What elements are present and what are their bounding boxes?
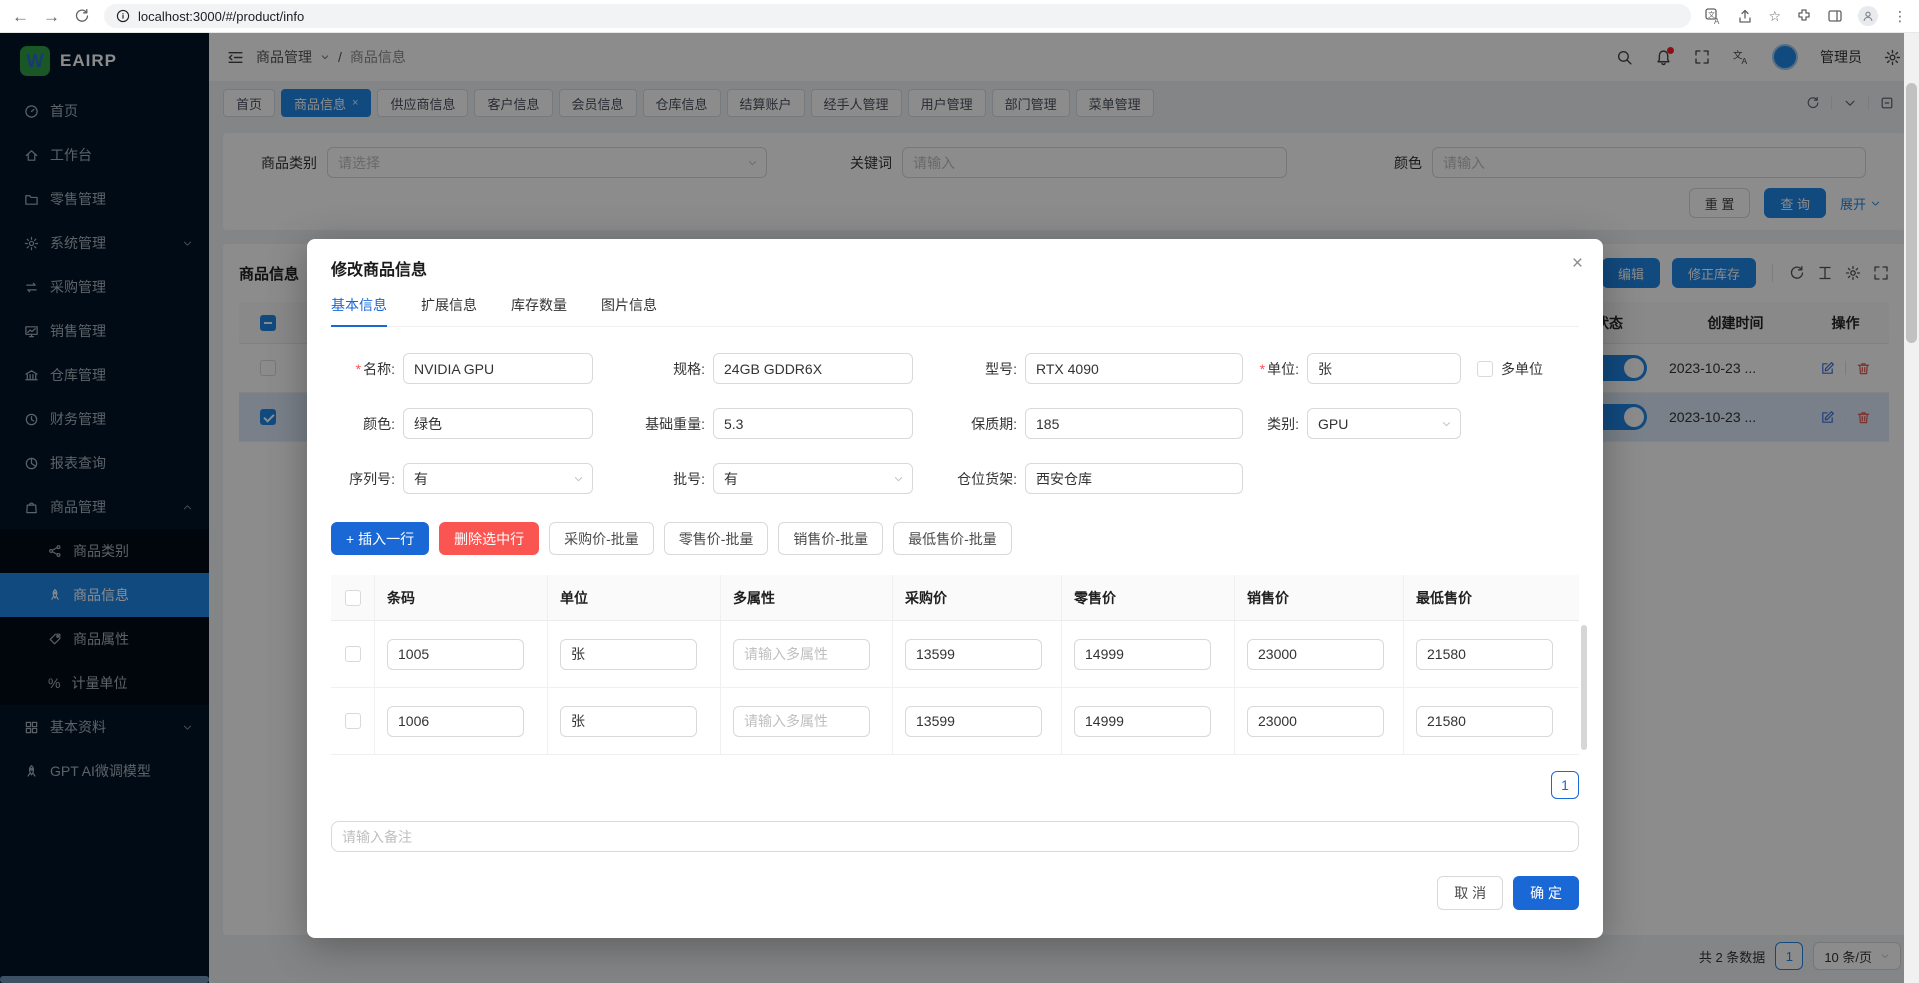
spec-label: 规格:	[593, 359, 713, 379]
name-label: *名称:	[331, 359, 403, 379]
retail-price-input[interactable]	[1074, 706, 1211, 737]
sale-price-input[interactable]	[1247, 639, 1384, 670]
browser-profile-avatar[interactable]	[1858, 6, 1878, 26]
serial-select[interactable]	[403, 463, 593, 494]
unit-label: *单位:	[1243, 359, 1307, 379]
svg-text:A: A	[1714, 17, 1720, 25]
min-price-input[interactable]	[1416, 639, 1553, 670]
color-label: 颜色:	[331, 414, 403, 434]
batch-label: 批号:	[593, 469, 713, 489]
base-weight-label: 基础重量:	[593, 414, 713, 434]
barcode-input[interactable]	[387, 639, 524, 670]
unit-cell-input[interactable]	[560, 706, 697, 737]
delete-selected-button[interactable]: 删除选中行	[439, 522, 539, 555]
barcode-table-header: 条码 单位 多属性 采购价 零售价 销售价 最低售价	[331, 575, 1579, 621]
batch-select[interactable]	[713, 463, 913, 494]
retail-price-input[interactable]	[1074, 639, 1211, 670]
name-input[interactable]	[403, 353, 593, 384]
side-panel-icon[interactable]	[1827, 8, 1843, 24]
modal-tabs: 基本信息 扩展信息 库存数量 图片信息	[331, 295, 1579, 327]
bookmark-star-icon[interactable]: ☆	[1768, 8, 1781, 25]
browser-back-button[interactable]: ←	[12, 8, 29, 25]
browser-toolbar: ← → localhost:3000/#/product/info 文A ☆ ⋮	[0, 0, 1919, 33]
site-info-icon[interactable]	[116, 9, 130, 23]
spec-input[interactable]	[713, 353, 913, 384]
purchase-price-input[interactable]	[905, 639, 1042, 670]
barcode-row	[331, 621, 1579, 688]
row-checkbox[interactable]	[345, 713, 361, 729]
browser-refresh-button[interactable]	[74, 8, 90, 24]
rack-input[interactable]	[1025, 463, 1243, 494]
chevron-down-icon	[893, 473, 904, 484]
chevron-down-icon	[1441, 418, 1452, 429]
category-label: 类别:	[1243, 414, 1307, 434]
row-checkbox[interactable]	[345, 646, 361, 662]
rack-label: 仓位货架:	[913, 469, 1025, 489]
serial-label: 序列号:	[331, 469, 403, 489]
table-scrollbar-thumb[interactable]	[1581, 625, 1587, 750]
extensions-icon[interactable]	[1796, 8, 1812, 24]
multi-unit-checkbox[interactable]	[1477, 361, 1493, 377]
chevron-down-icon	[573, 473, 584, 484]
edit-product-modal: × 修改商品信息 基本信息 扩展信息 库存数量 图片信息 *名称: 规格: 型号…	[307, 239, 1603, 938]
modal-page-number[interactable]: 1	[1551, 771, 1579, 799]
barcode-row	[331, 688, 1579, 755]
modal-title: 修改商品信息	[331, 239, 1579, 280]
min-price-input[interactable]	[1416, 706, 1553, 737]
select-all-checkbox[interactable]	[345, 590, 361, 606]
base-weight-input[interactable]	[713, 408, 913, 439]
multi-attr-input[interactable]	[733, 706, 870, 737]
multi-unit-label: 多单位	[1501, 359, 1543, 379]
sale-batch-button[interactable]: 销售价-批量	[778, 522, 883, 555]
purchase-batch-button[interactable]: 采购价-批量	[549, 522, 654, 555]
confirm-button[interactable]: 确 定	[1513, 876, 1579, 910]
remark-input[interactable]	[331, 821, 1579, 852]
browser-forward-button[interactable]: →	[43, 8, 60, 25]
min-price-batch-button[interactable]: 最低售价-批量	[893, 522, 1012, 555]
required-mark: *	[1260, 361, 1265, 377]
tab-stock-quantity[interactable]: 库存数量	[511, 295, 567, 326]
category-select[interactable]	[1307, 408, 1461, 439]
model-label: 型号:	[913, 359, 1025, 379]
address-bar[interactable]: localhost:3000/#/product/info	[104, 4, 1691, 28]
url-text: localhost:3000/#/product/info	[138, 9, 304, 24]
purchase-price-input[interactable]	[905, 706, 1042, 737]
color-input[interactable]	[403, 408, 593, 439]
tab-image-info[interactable]: 图片信息	[601, 295, 657, 326]
unit-cell-input[interactable]	[560, 639, 697, 670]
page-scrollbar[interactable]	[1904, 33, 1919, 983]
tab-basic-info[interactable]: 基本信息	[331, 295, 387, 326]
shelf-life-input[interactable]	[1025, 408, 1243, 439]
sale-price-input[interactable]	[1247, 706, 1384, 737]
scrollbar-thumb[interactable]	[1906, 83, 1917, 343]
share-icon[interactable]	[1737, 8, 1753, 24]
barcode-input[interactable]	[387, 706, 524, 737]
model-input[interactable]	[1025, 353, 1243, 384]
unit-input[interactable]	[1307, 353, 1461, 384]
modal-close-icon[interactable]: ×	[1572, 253, 1583, 275]
retail-batch-button[interactable]: 零售价-批量	[664, 522, 769, 555]
barcode-toolbar: + 插入一行 删除选中行 采购价-批量 零售价-批量 销售价-批量 最低售价-批…	[331, 522, 1579, 555]
product-form: *名称: 规格: 型号: *单位: 多单位 颜色:	[331, 353, 1579, 494]
cancel-button[interactable]: 取 消	[1437, 876, 1503, 910]
barcode-table: 条码 单位 多属性 采购价 零售价 销售价 最低售价	[331, 575, 1579, 755]
translate-icon[interactable]: 文A	[1705, 8, 1722, 25]
shelf-life-label: 保质期:	[913, 414, 1025, 434]
insert-row-button[interactable]: + 插入一行	[331, 522, 429, 555]
required-mark: *	[356, 361, 361, 377]
browser-menu-icon[interactable]: ⋮	[1893, 8, 1907, 25]
multi-attr-input[interactable]	[733, 639, 870, 670]
tab-extended-info[interactable]: 扩展信息	[421, 295, 477, 326]
